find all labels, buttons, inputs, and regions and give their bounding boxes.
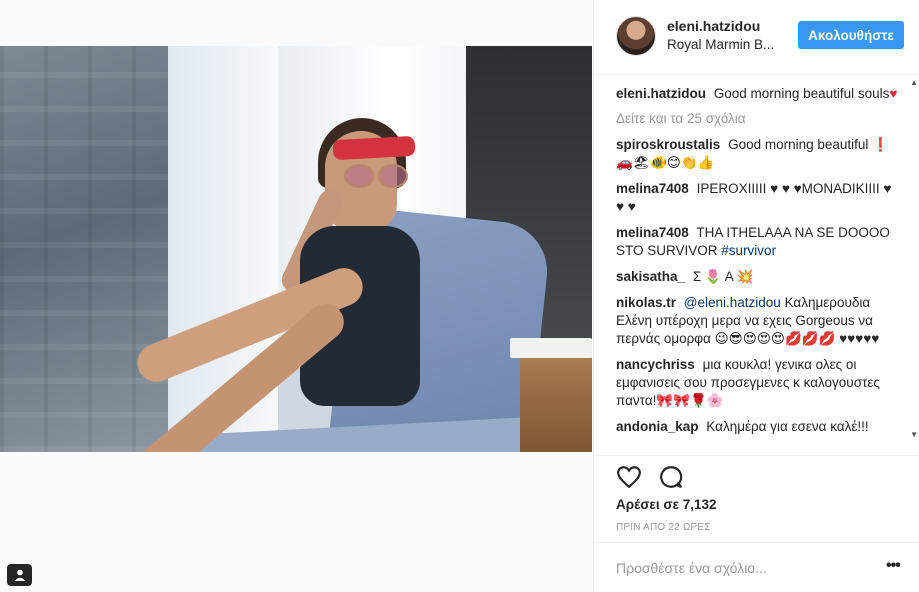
comment-username[interactable]: melina7408: [616, 181, 689, 196]
scroll-down-icon[interactable]: ▼: [910, 430, 918, 439]
side-table-leg: [520, 358, 592, 452]
mention-link[interactable]: @eleni.hatzidou: [684, 295, 781, 310]
list-item: nikolas.tr @eleni.hatzidou Καλημερουδια …: [616, 294, 898, 348]
list-item: nancychriss μια κουκλα! γενικα ολες οι ε…: [616, 356, 898, 410]
stone-wall: [0, 46, 170, 452]
heart-outline-icon[interactable]: [616, 464, 642, 490]
hashtag-link[interactable]: #survivor: [721, 243, 776, 258]
list-item: spiroskroustalis Good morning beautiful …: [616, 136, 898, 172]
more-options-button[interactable]: •••: [886, 557, 906, 577]
comment-username[interactable]: melina7408: [616, 225, 689, 240]
heart-emoji: ♥: [889, 86, 898, 101]
post-actions: [594, 455, 919, 495]
instagram-post-view: eleni.hatzidou Royal Marmin B... Ακολουθ…: [0, 0, 919, 592]
post-sidebar: eleni.hatzidou Royal Marmin B... Ακολουθ…: [593, 0, 919, 592]
comments-list: eleni.hatzidou Good morning beautiful so…: [594, 75, 919, 455]
post-timestamp[interactable]: ΠΡΙΝ ΑΠΟ 22 ΩΡΕΣ: [616, 522, 711, 533]
comment-username[interactable]: nikolas.tr: [616, 295, 676, 310]
follow-button[interactable]: Ακολουθήστε: [798, 21, 904, 49]
caption-username[interactable]: eleni.hatzidou: [616, 86, 706, 101]
add-comment-section: •••: [594, 542, 919, 592]
list-item: sakisatha_ Σ 🌷 Α 💥: [616, 268, 898, 286]
side-table-top: [510, 338, 592, 358]
caption-text: Good morning beautiful souls: [713, 86, 890, 101]
comment-username[interactable]: andonia_kap: [616, 419, 699, 434]
view-all-comments-link[interactable]: Δείτε και τα 25 σχόλια: [616, 111, 898, 126]
comment-text: Καλημέρα για εσενα καλέ!!!: [706, 419, 869, 434]
header-username[interactable]: eleni.hatzidou: [667, 18, 760, 34]
location-link[interactable]: Royal Marmin B...: [667, 37, 787, 52]
user-tag-icon[interactable]: [7, 564, 32, 586]
comment-username[interactable]: nancychriss: [616, 357, 695, 372]
speech-bubble-icon[interactable]: [658, 464, 684, 490]
likes-count[interactable]: Αρέσει σε 7,132: [616, 497, 717, 512]
list-item: andonia_kap Καλημέρα για εσενα καλέ!!!: [616, 418, 898, 436]
list-item: melina7408 THA ITHELAAA NA SE DOOOO STO …: [616, 224, 898, 260]
avatar[interactable]: [616, 16, 656, 56]
post-header: eleni.hatzidou Royal Marmin B... Ακολουθ…: [594, 0, 919, 75]
caption: eleni.hatzidou Good morning beautiful so…: [616, 85, 898, 103]
scroll-up-icon[interactable]: ▲: [910, 78, 918, 87]
sunglasses: [344, 164, 410, 188]
comment-username[interactable]: sakisatha_: [616, 269, 685, 284]
comment-username[interactable]: spiroskroustalis: [616, 137, 720, 152]
comment-input[interactable]: [616, 553, 866, 583]
media-column: [0, 0, 592, 592]
red-bandana: [332, 135, 416, 161]
comment-text: Σ 🌷 Α 💥: [692, 269, 754, 284]
list-item: melina7408 IPEROXIIIII ♥ ♥ ♥MONADIKIIII …: [616, 180, 898, 216]
post-photo[interactable]: [0, 46, 592, 452]
comments-scrollbar[interactable]: ▲ ▼: [910, 78, 919, 448]
